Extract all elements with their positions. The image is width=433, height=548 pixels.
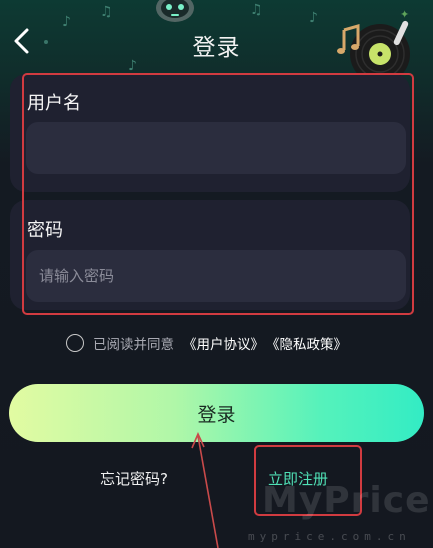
login-button-label: 登录 [197, 403, 236, 426]
privacy-policy-link[interactable]: 《隐私政策》 [266, 333, 347, 353]
music-note-icon: ♫ [100, 4, 113, 20]
robot-icon [156, 0, 194, 22]
vinyl-record-icon [337, 20, 410, 80]
music-note-icon: ♪ [309, 10, 318, 26]
agreement-text: 已阅读并同意 [93, 337, 174, 353]
username-label: 用户名 [27, 93, 81, 114]
agreement-radio[interactable] [66, 334, 84, 352]
password-label: 密码 [27, 220, 63, 241]
agreement-row: 已阅读并同意 《用户协议》 《隐私政策》 [66, 332, 349, 354]
password-input[interactable] [26, 250, 406, 302]
music-note-icon: ♫ [250, 2, 263, 18]
header: ♪ ♫ ♪ ♫ ♪ ✦ 登录 [0, 0, 433, 80]
username-input[interactable] [26, 122, 406, 174]
login-button[interactable]: 登录 [9, 384, 424, 442]
watermark-logo: MyPrice [262, 480, 431, 521]
forgot-password-link[interactable]: 忘记密码? [100, 468, 168, 489]
watermark-url: myprice.com.cn [248, 530, 411, 543]
user-agreement-link[interactable]: 《用户协议》 [183, 333, 264, 353]
